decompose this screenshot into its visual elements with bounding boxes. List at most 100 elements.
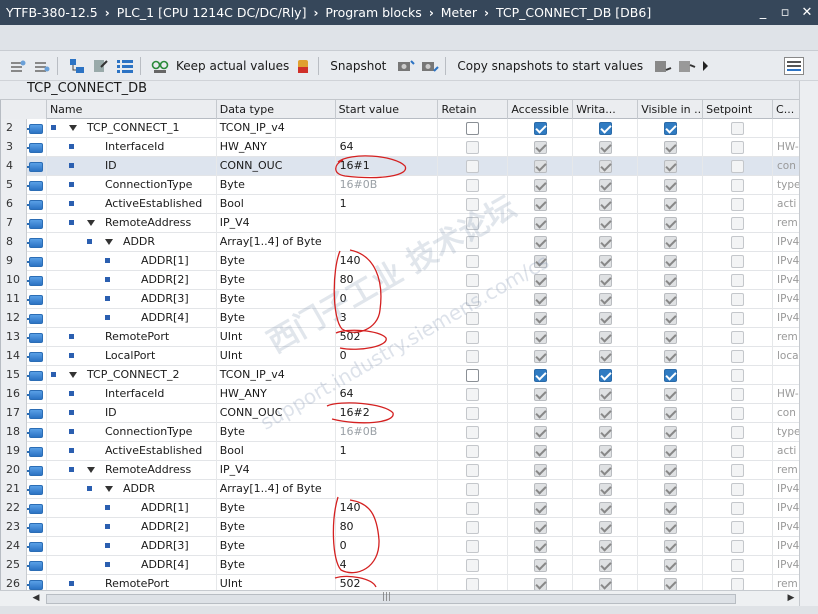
row-number[interactable]: 6 [1, 195, 27, 214]
comment-cell[interactable]: rem [773, 328, 800, 347]
row-number[interactable]: 25 [1, 556, 27, 575]
member-name[interactable]: ID [105, 157, 117, 175]
expand-triangle-icon[interactable] [86, 467, 95, 473]
snapshot-compare-icon[interactable] [420, 56, 440, 76]
comment-cell[interactable]: HW- [773, 385, 800, 404]
name-cell[interactable]: ADDR [47, 480, 217, 499]
close-button[interactable]: ✕ [796, 0, 818, 25]
row-number[interactable]: 15 [1, 366, 27, 385]
breadcrumb-program-blocks[interactable]: Program blocks [325, 5, 421, 20]
restore-button[interactable]: ▫ [774, 0, 796, 25]
row-number[interactable]: 18 [1, 423, 27, 442]
name-cell[interactable]: ADDR[2] [47, 271, 217, 290]
name-cell[interactable]: ADDR[3] [47, 290, 217, 309]
member-name[interactable]: InterfaceId [105, 385, 164, 403]
row-number[interactable]: 11 [1, 290, 27, 309]
comment-cell[interactable]: con [773, 157, 800, 176]
member-name[interactable]: ADDR [123, 480, 155, 498]
retain-checkbox[interactable] [466, 369, 480, 382]
name-cell[interactable]: RemotePort [47, 328, 217, 347]
member-name[interactable]: RemoteAddress [105, 214, 191, 232]
start-value-cell[interactable]: 140 [336, 499, 439, 518]
start-value-cell[interactable] [336, 119, 439, 138]
start-value-cell[interactable]: 16#0B [336, 423, 439, 442]
expand-triangle-icon[interactable] [104, 239, 113, 245]
table-row[interactable]: 22 ADDR[1] Byte 140 IPv4 [1, 499, 800, 518]
comment-cell[interactable]: loca [773, 347, 800, 366]
start-value-cell[interactable]: 16#0B [336, 176, 439, 195]
table-row[interactable]: 25 ADDR[4] Byte 4 IPv4 [1, 556, 800, 575]
start-value-cell[interactable]: 1 [336, 195, 439, 214]
comment-cell[interactable]: acti [773, 442, 800, 461]
minimize-button[interactable]: _ [752, 0, 774, 25]
row-number[interactable]: 21 [1, 480, 27, 499]
comment-cell[interactable]: type [773, 423, 800, 442]
row-number[interactable]: 17 [1, 404, 27, 423]
data-type-cell[interactable]: HW_ANY [217, 138, 336, 157]
member-name[interactable]: RemoteAddress [105, 461, 191, 479]
member-name[interactable]: RemotePort [105, 328, 169, 346]
table-row[interactable]: 4 ID CONN_OUC 16#1 con [1, 157, 800, 176]
layout-toggle-icon[interactable] [784, 57, 804, 75]
name-cell[interactable]: ADDR[4] [47, 556, 217, 575]
table-row[interactable]: 2 TCP_CONNECT_1 TCON_IP_v4 [1, 119, 800, 138]
table-row[interactable]: 18 ConnectionType Byte 16#0B type [1, 423, 800, 442]
name-cell[interactable]: ADDR [47, 233, 217, 252]
comment-cell[interactable]: IPv4 [773, 480, 800, 499]
comment-cell[interactable]: IPv4 [773, 290, 800, 309]
start-value-cell[interactable]: 64 [336, 138, 439, 157]
start-value-cell[interactable]: 16#1 [336, 157, 439, 176]
comment-cell[interactable]: acti [773, 195, 800, 214]
name-cell[interactable]: TCP_CONNECT_2 [47, 366, 217, 385]
table-row[interactable]: 15 TCP_CONNECT_2 TCON_IP_v4 [1, 366, 800, 385]
start-value-cell[interactable]: 4 [336, 556, 439, 575]
copy-from-start-icon[interactable] [677, 56, 697, 76]
breadcrumb-project[interactable]: YTFB-380-12.5 [6, 5, 98, 20]
keep-actual-values-icon[interactable] [293, 56, 313, 76]
row-number[interactable]: 14 [1, 347, 27, 366]
table-row[interactable]: 20 RemoteAddress IP_V4 rem [1, 461, 800, 480]
scroll-thumb[interactable]: ||| [46, 592, 736, 604]
comment-cell[interactable] [773, 366, 800, 385]
table-row[interactable]: 11 ADDR[3] Byte 0 IPv4 [1, 290, 800, 309]
retain-checkbox[interactable] [466, 122, 480, 135]
table-row[interactable]: 23 ADDR[2] Byte 80 IPv4 [1, 518, 800, 537]
name-cell[interactable]: TCP_CONNECT_1 [47, 119, 217, 138]
list-view-icon[interactable] [115, 56, 135, 76]
header-visible[interactable]: Visible in ... [638, 100, 704, 119]
header-name[interactable]: Name [47, 100, 217, 119]
member-name[interactable]: ActiveEstablished [105, 195, 202, 213]
data-type-cell[interactable]: Byte [217, 499, 336, 518]
name-cell[interactable]: ActiveEstablished [47, 195, 217, 214]
header-comment[interactable]: C... [773, 100, 800, 119]
member-name[interactable]: ADDR[1] [141, 499, 189, 517]
scroll-left-icon[interactable]: ◀ [29, 593, 43, 605]
table-row[interactable]: 7 RemoteAddress IP_V4 rem [1, 214, 800, 233]
row-number[interactable]: 19 [1, 442, 27, 461]
data-type-cell[interactable]: IP_V4 [217, 461, 336, 480]
header-data-type[interactable]: Data type [217, 100, 336, 119]
name-cell[interactable]: ADDR[3] [47, 537, 217, 556]
monitor-glasses-icon[interactable] [150, 56, 170, 76]
member-name[interactable]: ConnectionType [105, 176, 193, 194]
toolbar-overflow-icon[interactable] [701, 56, 711, 76]
member-name[interactable]: ADDR[3] [141, 290, 189, 308]
writable-checkbox[interactable] [598, 122, 612, 135]
data-type-cell[interactable]: Byte [217, 537, 336, 556]
comment-cell[interactable]: type [773, 176, 800, 195]
comment-cell[interactable]: IPv4 [773, 309, 800, 328]
header-writable[interactable]: Writa... [573, 100, 639, 119]
member-name[interactable]: ActiveEstablished [105, 442, 202, 460]
name-cell[interactable]: ADDR[1] [47, 252, 217, 271]
row-number[interactable]: 20 [1, 461, 27, 480]
snapshot-button[interactable]: Snapshot [330, 59, 386, 73]
member-name[interactable]: TCP_CONNECT_1 [87, 119, 180, 137]
member-name[interactable]: InterfaceId [105, 138, 164, 156]
table-row[interactable]: 24 ADDR[3] Byte 0 IPv4 [1, 537, 800, 556]
name-cell[interactable]: RemoteAddress [47, 214, 217, 233]
name-cell[interactable]: ADDR[1] [47, 499, 217, 518]
member-name[interactable]: ADDR [123, 233, 155, 251]
data-type-cell[interactable]: Byte [217, 252, 336, 271]
table-row[interactable]: 16 InterfaceId HW_ANY 64 HW- [1, 385, 800, 404]
start-value-cell[interactable]: 1 [336, 442, 439, 461]
